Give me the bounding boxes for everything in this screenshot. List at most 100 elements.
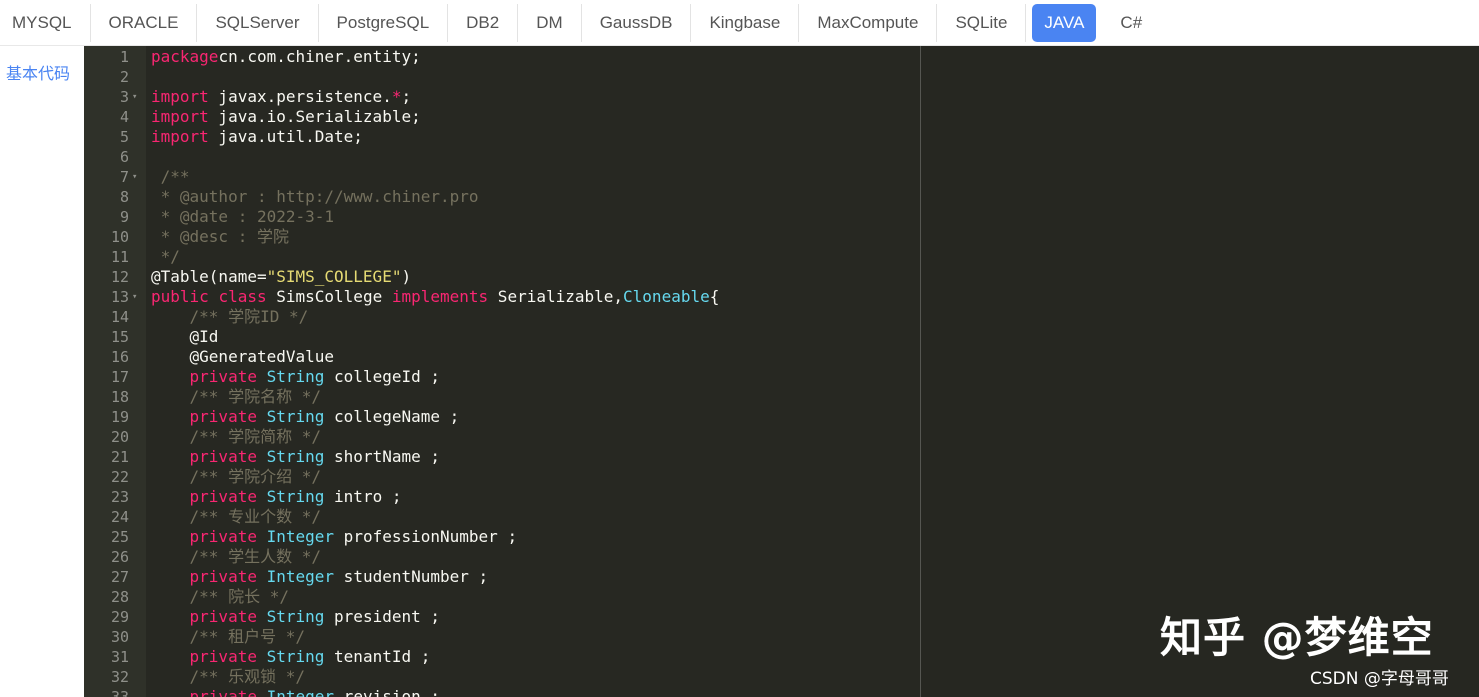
code-token: * @author : http://www.chiner.pro xyxy=(151,187,479,206)
code-line: 2 xyxy=(84,67,1479,87)
fold-toggle-icon[interactable]: ▾ xyxy=(132,167,137,187)
code-token: /** 专业个数 */ xyxy=(151,507,321,526)
code-text: * @desc : 学院 xyxy=(151,227,289,247)
code-line: 11 */ xyxy=(84,247,1479,267)
line-number: 15 xyxy=(110,328,129,346)
code-text: private String tenantId ; xyxy=(151,647,431,667)
code-text: import javax.persistence.*; xyxy=(151,87,411,107)
tab-csharp[interactable]: C# xyxy=(1102,4,1160,42)
tab-dm[interactable]: DM xyxy=(518,3,582,42)
code-token: /** 学院介绍 */ xyxy=(151,467,321,486)
code-token: import xyxy=(151,127,209,146)
code-token: String xyxy=(266,367,325,386)
tab-mysql[interactable]: MYSQL xyxy=(0,3,91,42)
code-token: String xyxy=(266,407,325,426)
code-token: private xyxy=(189,607,257,626)
code-token: String xyxy=(266,607,325,626)
code-line: 32 /** 乐观锁 */ xyxy=(84,667,1479,687)
code-token: java.util.Date; xyxy=(208,127,363,146)
code-token: public xyxy=(151,287,209,306)
code-token: java.io.Serializable; xyxy=(208,107,421,126)
code-token: cn.com.chiner.entity; xyxy=(218,47,421,66)
code-token: SimsCollege xyxy=(266,287,392,306)
line-number: 12 xyxy=(110,268,129,286)
code-token: Cloneable xyxy=(623,287,710,306)
tab-gaussdb[interactable]: GaussDB xyxy=(582,3,692,42)
code-token: tenantId ; xyxy=(324,647,431,666)
sidebar-item-basic-code[interactable]: 基本代码 xyxy=(6,60,84,84)
code-line: 33 private Integer revision ; xyxy=(84,687,1479,697)
line-number: 9 xyxy=(119,208,129,226)
code-token: Integer xyxy=(266,527,335,546)
code-line: 7 ▾ /** xyxy=(84,167,1479,187)
line-number: 4 xyxy=(119,108,129,126)
code-text: private String collegeId ; xyxy=(151,367,440,387)
code-text: import java.util.Date; xyxy=(151,127,363,147)
code-token: import xyxy=(151,87,209,106)
tab-kingbase[interactable]: Kingbase xyxy=(691,3,800,42)
code-line: 25 private Integer professionNumber ; xyxy=(84,527,1479,547)
code-token: Serializable, xyxy=(488,287,624,306)
code-token: /** xyxy=(151,167,190,186)
code-token: shortName ; xyxy=(324,447,440,466)
code-text: /** 租户号 */ xyxy=(151,627,305,647)
line-number: 17 xyxy=(110,368,129,386)
line-number: 30 xyxy=(110,628,129,646)
fold-toggle-icon[interactable]: ▾ xyxy=(132,87,137,107)
code-token: private xyxy=(189,647,257,666)
line-number: 22 xyxy=(110,468,129,486)
code-token: private xyxy=(189,527,257,546)
code-line: 13 ▾ public class SimsCollege implements S… xyxy=(84,287,1479,307)
tab-sqlserver[interactable]: SQLServer xyxy=(197,3,319,42)
code-line: 21 private String shortName ; xyxy=(84,447,1479,467)
line-number: 20 xyxy=(110,428,129,446)
code-line: 8 * @author : http://www.chiner.pro xyxy=(84,187,1479,207)
code-text: /** 学院简称 */ xyxy=(151,427,321,447)
code-token: Integer xyxy=(266,687,335,697)
fold-toggle-icon[interactable]: ▾ xyxy=(132,287,137,307)
code-text: * @date : 2022-3-1 xyxy=(151,207,334,227)
tab-java[interactable]: JAVA xyxy=(1032,3,1097,42)
code-text: packagecn.com.chiner.entity; xyxy=(151,47,421,67)
code-line: 10 * @desc : 学院 xyxy=(84,227,1479,247)
code-line: 3 ▾ import javax.persistence.*; xyxy=(84,87,1479,107)
code-token: String xyxy=(266,447,325,466)
tab-maxcompute[interactable]: MaxCompute xyxy=(799,3,938,42)
line-number: 33 xyxy=(110,688,129,697)
tab-postgresql[interactable]: PostgreSQL xyxy=(319,3,449,42)
line-number: 18 xyxy=(110,388,129,406)
code-line: 14 /** 学院ID */ xyxy=(84,307,1479,327)
code-token: private xyxy=(189,367,257,386)
code-line: 9 * @date : 2022-3-1 xyxy=(84,207,1479,227)
code-token: private xyxy=(189,487,257,506)
code-token: String xyxy=(266,647,325,666)
tab-oracle[interactable]: ORACLE xyxy=(91,3,198,42)
code-token: @Id xyxy=(151,327,219,346)
tab-db2[interactable]: DB2 xyxy=(448,3,519,42)
code-text: /** 学院名称 */ xyxy=(151,387,321,407)
code-token: private xyxy=(189,567,257,586)
code-token: /** 学院ID */ xyxy=(151,307,309,326)
line-number: 13 xyxy=(110,288,129,306)
code-text: @GeneratedValue xyxy=(151,347,335,367)
tab-sqlite[interactable]: SQLite xyxy=(937,3,1027,42)
code-token: * @desc : 学院 xyxy=(151,227,289,246)
language-tab-bar: MYSQL ORACLE SQLServer PostgreSQL DB2 DM Gauss… xyxy=(0,0,1479,46)
line-number: 25 xyxy=(110,528,129,546)
code-line: 23 private String intro ; xyxy=(84,487,1479,507)
code-token: collegeName ; xyxy=(324,407,460,426)
code-text: @Id xyxy=(151,327,219,347)
code-token: revision ; xyxy=(334,687,441,697)
code-editor[interactable]: 1 packagecn.com.chiner.entity; 2 3 ▾ import j… xyxy=(84,46,1479,697)
code-token: import xyxy=(151,107,209,126)
code-text: * @author : http://www.chiner.pro xyxy=(151,187,479,207)
